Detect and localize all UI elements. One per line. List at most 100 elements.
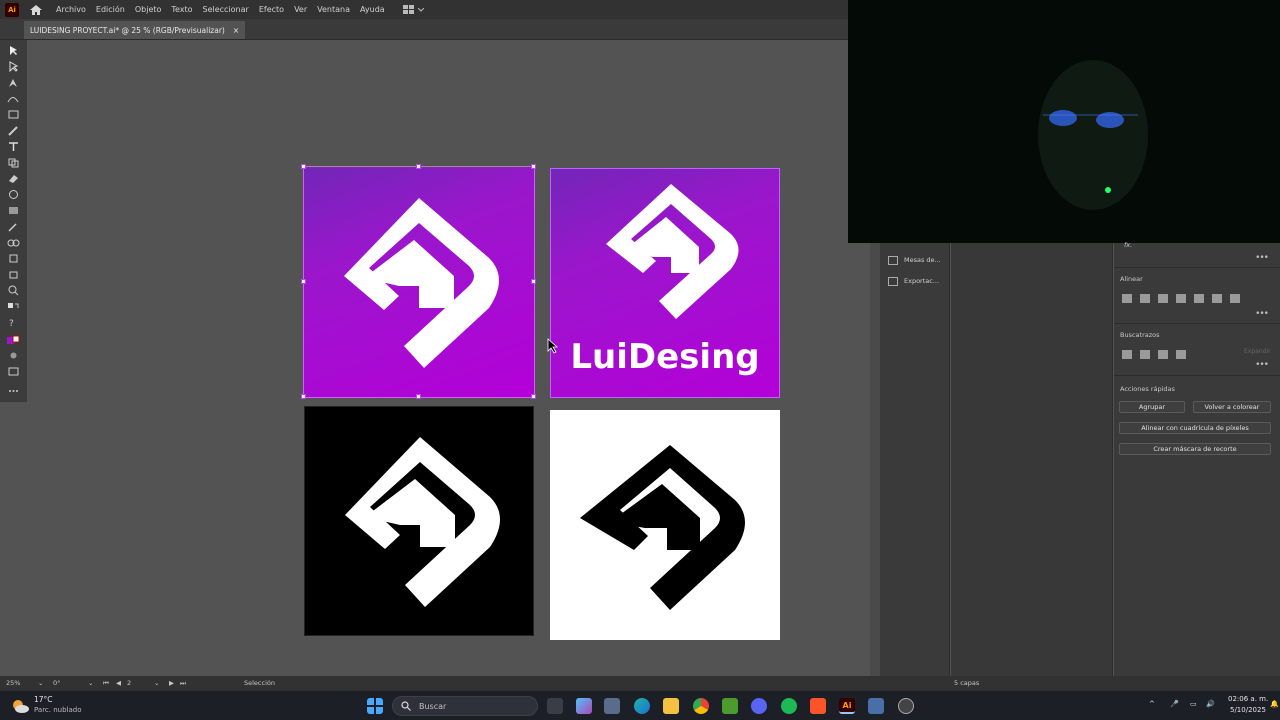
align-left-icon[interactable] xyxy=(1140,294,1150,303)
chrome-icon[interactable] xyxy=(693,698,709,714)
eyedropper-tool-icon[interactable] xyxy=(7,221,20,232)
prev-artboard-icon[interactable]: ◀ xyxy=(116,679,121,687)
direct-selection-tool-icon[interactable] xyxy=(7,61,20,72)
menu-ventana[interactable]: Ventana xyxy=(317,5,350,14)
windows-start-icon[interactable] xyxy=(367,698,383,714)
volume-icon[interactable]: 🔊 xyxy=(1206,700,1215,708)
exclude-icon[interactable] xyxy=(1176,350,1186,359)
align-right-icon[interactable] xyxy=(1176,294,1186,303)
next-artboard-icon[interactable]: ▶ xyxy=(169,679,174,687)
minus-front-icon[interactable] xyxy=(1140,350,1150,359)
selection-handle[interactable] xyxy=(531,279,536,284)
recolor-button[interactable]: Volver a colorear xyxy=(1193,401,1271,413)
illustrator-taskbar-icon[interactable]: Ai xyxy=(839,698,855,714)
menu-ayuda[interactable]: Ayuda xyxy=(360,5,385,14)
selection-handle[interactable] xyxy=(416,164,421,169)
rotation-value[interactable]: 0° xyxy=(53,679,60,687)
selection-tool-icon[interactable] xyxy=(7,45,20,56)
clipping-mask-button[interactable]: Crear máscara de recorte xyxy=(1119,443,1271,455)
artboard-black[interactable] xyxy=(304,406,534,636)
align-top-icon[interactable] xyxy=(1194,294,1204,303)
display-icon[interactable]: ▭ xyxy=(1190,700,1197,708)
discord-icon[interactable] xyxy=(751,698,767,714)
chevron-down-icon[interactable]: ⌄ xyxy=(38,679,43,687)
screen-mode-icon[interactable] xyxy=(7,366,20,377)
eraser-tool-icon[interactable] xyxy=(7,173,20,184)
symbol-sprayer-tool-icon[interactable] xyxy=(7,253,20,264)
chevron-down-icon[interactable]: ⌄ xyxy=(88,679,93,687)
more-options-icon[interactable]: ••• xyxy=(1255,253,1269,263)
more-options-icon[interactable]: ••• xyxy=(1255,360,1269,370)
export-panel-button[interactable]: Exportac... xyxy=(880,272,949,290)
app-icon[interactable] xyxy=(898,698,914,714)
artboard-tool-icon[interactable] xyxy=(7,269,20,280)
copilot-icon[interactable] xyxy=(576,698,592,714)
edge-icon[interactable] xyxy=(634,698,650,714)
document-tab[interactable]: LUIDESING PROYECT.ai* @ 25 % (RGB/Previs… xyxy=(24,21,246,39)
chevron-up-icon[interactable]: ^ xyxy=(1149,700,1155,708)
align-center-h-icon[interactable] xyxy=(1158,294,1168,303)
zoom-tool-icon[interactable] xyxy=(7,285,20,296)
selection-handle[interactable] xyxy=(301,164,306,169)
artboards-panel-button[interactable]: Mesas de... xyxy=(880,251,949,269)
selection-handle[interactable] xyxy=(301,279,306,284)
menu-efecto[interactable]: Efecto xyxy=(259,5,284,14)
align-bottom-icon[interactable] xyxy=(1230,294,1240,303)
paintbrush-tool-icon[interactable] xyxy=(7,125,20,136)
canvas[interactable]: LuiDesing xyxy=(27,40,870,676)
menu-texto[interactable]: Texto xyxy=(171,5,192,14)
first-artboard-icon[interactable]: ⏮ xyxy=(103,679,109,688)
task-view-icon[interactable] xyxy=(547,698,563,714)
workspace-switcher[interactable] xyxy=(402,5,424,14)
blend-tool-icon[interactable] xyxy=(7,237,20,248)
gradient-tool-icon[interactable] xyxy=(7,205,20,216)
chevron-down-icon[interactable]: ⌄ xyxy=(154,679,159,687)
artboard-number[interactable]: 2 xyxy=(127,679,131,687)
home-icon[interactable] xyxy=(29,4,43,16)
selection-handle[interactable] xyxy=(416,394,421,399)
align-to-icon[interactable] xyxy=(1122,294,1132,303)
selection-handle[interactable] xyxy=(301,394,306,399)
selection-handle[interactable] xyxy=(531,164,536,169)
draw-mode-icon[interactable] xyxy=(7,350,20,361)
clock-date[interactable]: 5/10/2025 xyxy=(1230,706,1266,714)
intersect-icon[interactable] xyxy=(1158,350,1168,359)
pen-tool-icon[interactable] xyxy=(7,77,20,88)
fill-stroke-swatch[interactable] xyxy=(7,335,20,346)
rotate-tool-icon[interactable] xyxy=(7,189,20,200)
expand-button[interactable]: Expandir xyxy=(1244,348,1271,355)
align-pixel-grid-button[interactable]: Alinear con cuadrícula de píxeles xyxy=(1119,422,1271,434)
selection-bounding-box[interactable] xyxy=(303,166,535,398)
file-explorer-icon[interactable] xyxy=(663,698,679,714)
microphone-icon[interactable]: 🎤 xyxy=(1170,700,1179,708)
taskbar-search[interactable]: Buscar xyxy=(392,696,538,716)
last-artboard-icon[interactable]: ⏭ xyxy=(180,679,186,688)
group-button[interactable]: Agrupar xyxy=(1119,401,1185,413)
more-tools-icon[interactable] xyxy=(7,385,20,396)
menu-objeto[interactable]: Objeto xyxy=(135,5,162,14)
selection-handle[interactable] xyxy=(531,394,536,399)
curvature-tool-icon[interactable] xyxy=(7,93,20,104)
align-center-v-icon[interactable] xyxy=(1212,294,1222,303)
menu-seleccionar[interactable]: Seleccionar xyxy=(203,5,249,14)
calculator-icon[interactable] xyxy=(868,698,884,714)
type-tool-icon[interactable] xyxy=(7,141,20,152)
menu-edicion[interactable]: Edición xyxy=(96,5,125,14)
minecraft-icon[interactable] xyxy=(722,698,738,714)
close-icon[interactable]: × xyxy=(233,26,239,35)
zoom-level[interactable]: 25% xyxy=(6,679,20,687)
shape-builder-tool-icon[interactable] xyxy=(7,157,20,168)
menu-ver[interactable]: Ver xyxy=(294,5,307,14)
unite-icon[interactable] xyxy=(1122,350,1132,359)
menu-archivo[interactable]: Archivo xyxy=(56,5,86,14)
spotify-icon[interactable] xyxy=(781,698,797,714)
artboard-white[interactable] xyxy=(550,410,780,640)
brave-icon[interactable] xyxy=(810,698,826,714)
notifications-icon[interactable]: 🔔 xyxy=(1270,700,1279,708)
store-icon[interactable] xyxy=(604,698,620,714)
more-options-icon[interactable]: ••• xyxy=(1255,309,1269,319)
artboard-purple-brand[interactable]: LuiDesing xyxy=(550,168,780,398)
help-icon[interactable]: ? xyxy=(7,317,20,328)
swap-colors-icon[interactable] xyxy=(7,301,20,312)
clock-time[interactable]: 02:06 a. m. xyxy=(1228,695,1268,703)
